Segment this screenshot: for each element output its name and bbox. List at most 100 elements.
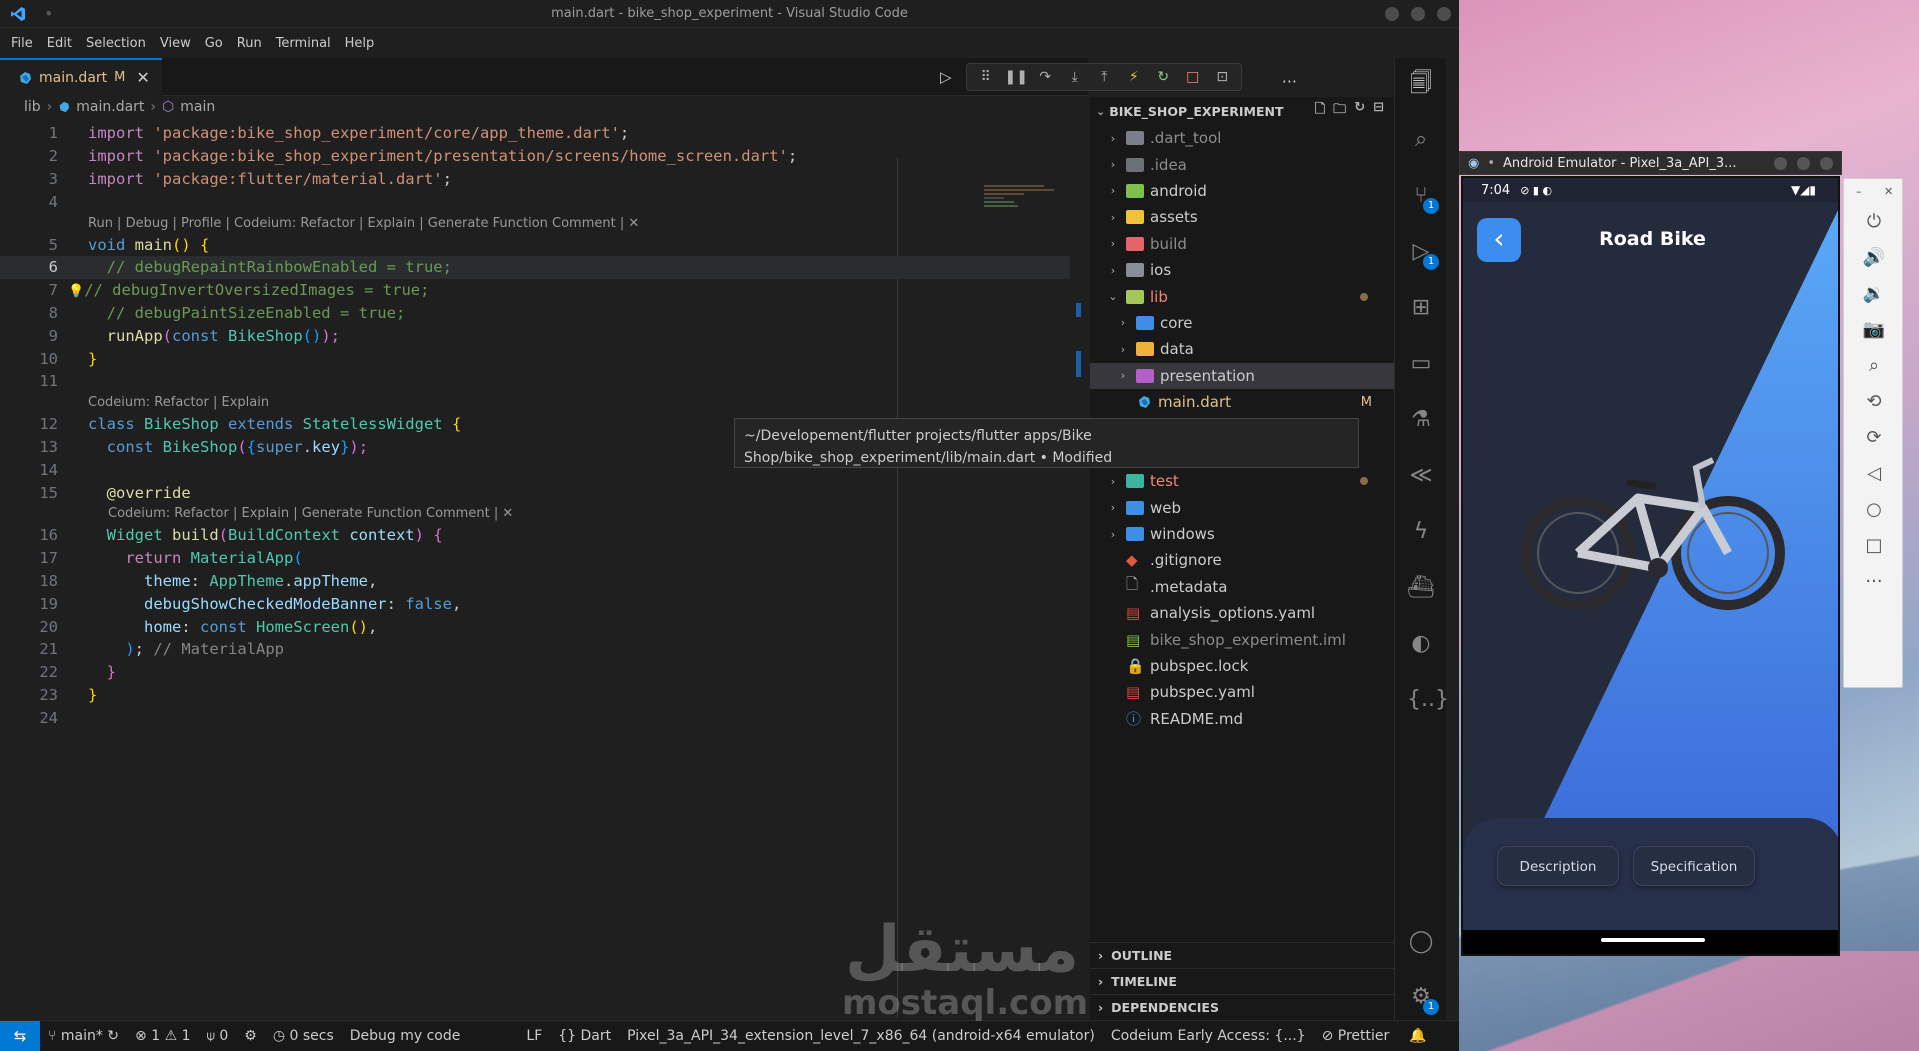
maximize-button[interactable] [1411,7,1425,21]
account-icon[interactable]: ◯ [1407,928,1435,956]
emulator-minimize-button[interactable] [1774,156,1787,170]
tree-folder-windows[interactable]: › windows [1090,521,1394,547]
remote-indicator-icon[interactable]: ⇆ [0,1020,40,1051]
refresh-icon[interactable]: ↻ [1354,100,1365,122]
emulator-panel-close-icon[interactable]: ✕ [1884,185,1893,198]
hot-reload-icon[interactable]: ⚡ [1123,69,1145,85]
breadcrumb-symbol[interactable]: main [180,99,215,115]
git-branch[interactable]: ⑂ main* ↻ [40,1028,127,1044]
device-selector[interactable]: Pixel_3a_API_34_extension_level_7_x86_64… [619,1028,1103,1044]
emulator-panel-minimize-icon[interactable]: – [1856,185,1862,198]
tree-file-iml[interactable]: ▤ bike_shop_experiment.iml [1090,626,1394,652]
more-options-icon[interactable]: ··· [1844,571,1904,592]
emulator-maximize-button[interactable] [1797,156,1810,170]
menu-run[interactable]: Run [230,36,269,51]
step-into-icon[interactable]: ⤓ [1064,69,1086,85]
tree-folder-web[interactable]: › web [1090,494,1394,520]
testing-flask-icon[interactable]: ⚗ [1407,406,1435,434]
tree-folder-idea[interactable]: › .idea [1090,151,1394,177]
description-button[interactable]: Description [1497,846,1619,886]
explorer-header[interactable]: ⌄ BIKE_SHOP_EXPERIMENT 🗋 🗀 ↻ ⊟ [1090,97,1394,125]
menu-help[interactable]: Help [338,36,382,51]
debug-attach-icon[interactable]: ⚙ [236,1028,265,1044]
lightbulb-icon[interactable]: 💡 [68,284,84,299]
docker-icon[interactable]: ⛴ [1407,574,1435,602]
remote-explorer-icon[interactable]: ▭ [1407,350,1435,378]
zoom-icon[interactable]: ⌕ [1844,355,1904,376]
codelens-text[interactable]: Codeium: Refactor | Explain [88,395,269,410]
back-nav-icon[interactable]: ◁ [1844,463,1904,484]
tree-file-pubspec-yaml[interactable]: ▤ pubspec.yaml [1090,679,1394,705]
tree-file-main-dart[interactable]: main.dart M [1090,389,1394,415]
new-file-icon[interactable]: 🗋 [1315,100,1325,122]
tree-folder-build[interactable]: › build [1090,231,1394,257]
tree-folder-presentation[interactable]: › presentation [1090,362,1394,389]
run-debug-icon[interactable]: ▷ 1 [1407,238,1439,270]
restart-icon[interactable]: ↻ [1153,69,1175,85]
tree-folder-assets[interactable]: › assets [1090,204,1394,230]
timer-indicator[interactable]: ◷ 0 secs [265,1028,342,1044]
home-gesture-bar[interactable] [1601,938,1705,942]
home-nav-icon[interactable]: ○ [1844,499,1904,520]
explorer-files-icon[interactable]: 🗐 [1407,70,1435,98]
tree-file-gitignore[interactable]: ◆ .gitignore [1090,547,1394,573]
menu-edit[interactable]: Edit [40,36,79,51]
debug-config[interactable]: Debug my code [342,1028,469,1044]
step-out-icon[interactable]: ⤒ [1094,69,1116,85]
breadcrumb-file[interactable]: main.dart [76,99,144,115]
tree-file-analysis-options[interactable]: ▤ analysis_options.yaml [1090,600,1394,626]
notifications-bell-icon[interactable]: 🔔 [1401,1028,1434,1044]
minimize-button[interactable] [1385,7,1399,21]
rotate-left-icon[interactable]: ⟲ [1844,391,1904,412]
tree-file-pubspec-lock[interactable]: 🔒 pubspec.lock [1090,653,1394,679]
collapse-all-icon[interactable]: ⊟ [1373,100,1384,122]
overview-nav-icon[interactable]: □ [1844,535,1904,556]
codelens-build[interactable]: Codeium: Refactor | Explain | Generate F… [0,504,1070,524]
tree-folder-ios[interactable]: › ios [1090,257,1394,283]
more-actions-icon[interactable]: ··· [1282,72,1297,91]
codeium-status[interactable]: Codeium Early Access: {...} [1103,1028,1314,1044]
run-icon[interactable]: ▷ [940,68,952,86]
tree-folder-data[interactable]: › data [1090,336,1394,362]
menu-view[interactable]: View [153,36,198,51]
tree-folder-core[interactable]: › core [1090,310,1394,336]
section-timeline[interactable]: › TIMELINE [1090,968,1394,994]
json-braces-icon[interactable]: {..} [1407,686,1449,714]
ports-indicator[interactable]: ⍦ 0 [198,1028,236,1044]
widget-inspector-icon[interactable]: ⊡ [1212,69,1234,85]
codelens-main[interactable]: Run | Debug | Profile | Codeium: Refacto… [0,213,1070,233]
emulator-close-button[interactable] [1820,156,1833,170]
source-control-icon[interactable]: ⑂ 1 [1407,182,1439,214]
tree-folder-lib[interactable]: ⌄ lib [1090,283,1394,309]
menu-go[interactable]: Go [198,36,230,51]
close-window-button[interactable] [1437,7,1451,21]
phone-screen[interactable]: 7:04 ⊘ ▮ ◐ ▼◢▮ ‹ Road Bike Description S… [1461,176,1840,956]
section-outline[interactable]: › OUTLINE [1090,942,1394,968]
breadcrumb-folder[interactable]: lib [24,99,41,115]
codelens-text[interactable]: Codeium: Refactor | Explain | Generate F… [108,506,513,521]
menu-terminal[interactable]: Terminal [269,36,338,51]
close-tab-icon[interactable]: ✕ [136,68,149,87]
lightning-icon[interactable]: ϟ [1407,518,1435,546]
volume-up-icon[interactable]: 🔊 [1844,247,1904,268]
dart-devtools-icon[interactable]: ◐ [1407,630,1435,658]
menu-file[interactable]: File [4,36,40,51]
drag-handle-icon[interactable]: ⠿ [975,69,997,85]
problems-indicator[interactable]: ⊗ 1 ⚠ 1 [127,1028,198,1044]
stop-icon[interactable]: □ [1182,69,1204,85]
language-mode[interactable]: {} Dart [550,1028,619,1044]
section-dependencies[interactable]: › DEPENDENCIES [1090,994,1394,1020]
tree-folder-dart-tool[interactable]: › .dart_tool [1090,125,1394,151]
eol-indicator[interactable]: LF [518,1028,550,1044]
tab-main-dart[interactable]: main.dart M ✕ [0,57,162,96]
tree-file-readme[interactable]: ⓘ README.md [1090,706,1394,732]
menu-selection[interactable]: Selection [79,36,153,51]
specification-button[interactable]: Specification [1633,846,1755,886]
extensions-icon[interactable]: ⊞ [1407,294,1435,322]
tree-folder-test[interactable]: › test [1090,468,1394,494]
flutter-icon[interactable]: ≪ [1407,462,1435,490]
prettier-status[interactable]: ⊘ Prettier [1314,1028,1398,1044]
tree-folder-android[interactable]: › android [1090,178,1394,204]
tree-file-metadata[interactable]: 🗋 .metadata [1090,574,1394,600]
codelens-class[interactable]: Codeium: Refactor | Explain [0,393,1070,413]
